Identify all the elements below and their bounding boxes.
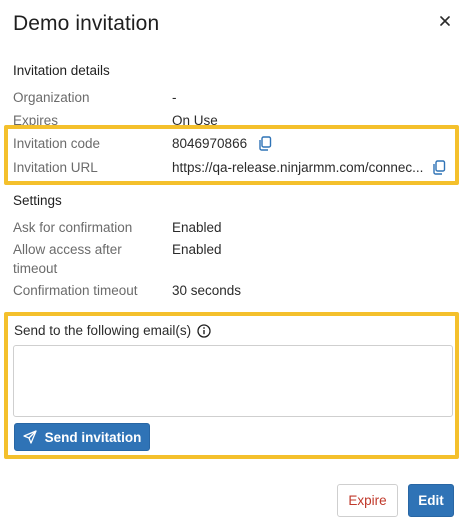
settings-heading: Settings — [13, 193, 62, 208]
setting-label: Confirmation timeout — [13, 283, 138, 298]
invitation-dialog: Demo invitation Invitation details Organ… — [0, 0, 470, 526]
detail-value: - — [172, 90, 177, 105]
dialog-title: Demo invitation — [13, 12, 160, 35]
setting-value: Enabled — [172, 242, 222, 257]
edit-button[interactable]: Edit — [408, 484, 454, 517]
expire-button[interactable]: Expire — [337, 484, 398, 517]
setting-value: Enabled — [172, 220, 222, 235]
setting-label: Ask for confirmation — [13, 220, 133, 235]
setting-label: Allow access after — [13, 242, 122, 257]
setting-label-continued: timeout — [13, 261, 58, 276]
detail-label: Organization — [13, 90, 90, 105]
invitation-details-heading: Invitation details — [13, 63, 110, 78]
highlight-box-invitation — [4, 125, 459, 185]
setting-value: 30 seconds — [172, 283, 242, 298]
highlight-box-email — [4, 312, 459, 459]
close-icon — [440, 16, 450, 26]
close-button[interactable] — [434, 10, 456, 32]
